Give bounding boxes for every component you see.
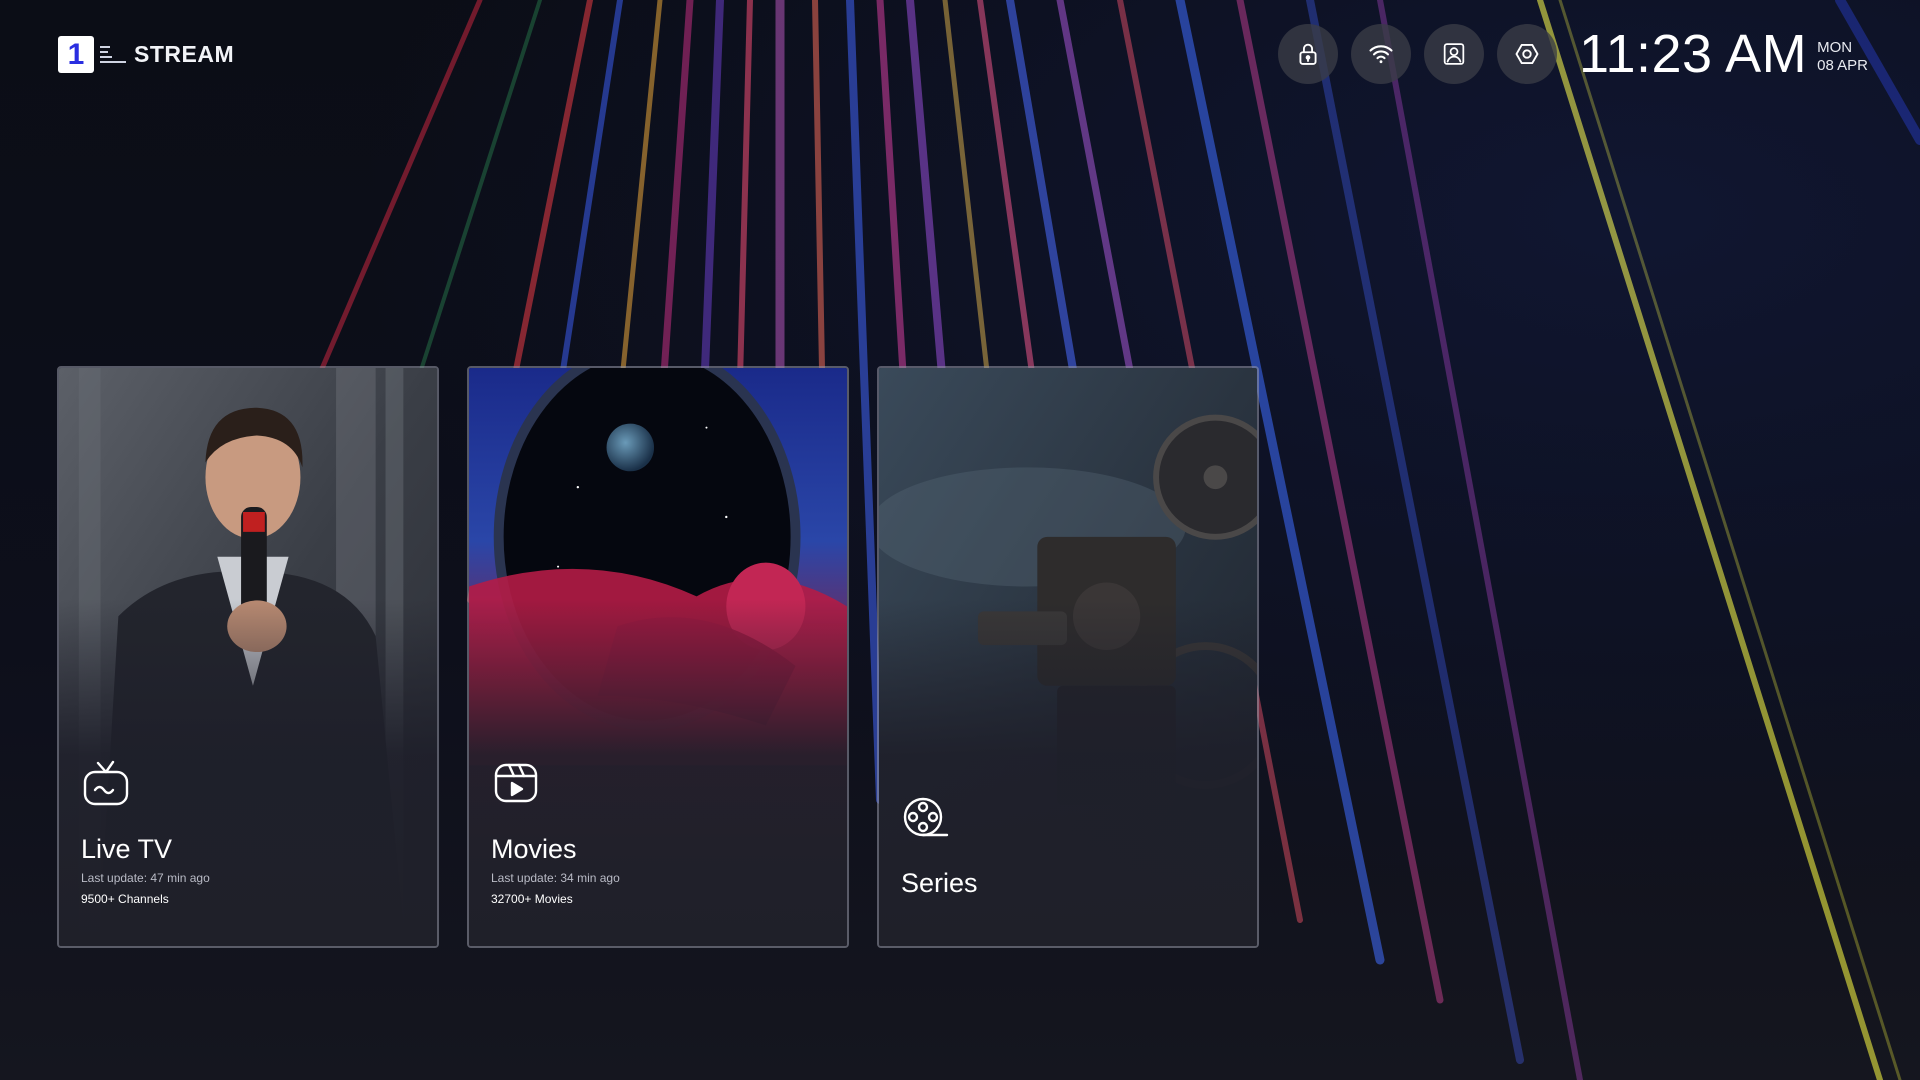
card-live-tv-info: Live TV Last update: 47 min ago 9500+ Ch…	[81, 759, 417, 906]
lock-icon	[1299, 43, 1317, 65]
wifi-button[interactable]	[1350, 24, 1411, 84]
card-count: 32700+ Movies	[491, 892, 573, 906]
film-reel-icon	[901, 793, 951, 843]
card-title: Series	[901, 868, 978, 898]
clock-date: MON 08 APR	[1817, 33, 1868, 75]
profile-button[interactable]	[1423, 24, 1484, 84]
movie-play-icon	[491, 759, 541, 809]
card-series-info: Series	[901, 793, 1237, 906]
settings-icon	[1515, 43, 1539, 65]
category-cards: Live TV Last update: 47 min ago 9500+ Ch…	[57, 366, 1259, 948]
card-series[interactable]: Series	[877, 366, 1259, 948]
card-live-tv[interactable]: Live TV Last update: 47 min ago 9500+ Ch…	[57, 366, 439, 948]
logo-mark: 1	[58, 36, 94, 73]
tv-icon	[81, 759, 131, 809]
card-last-update: Last update: 47 min ago	[81, 871, 210, 885]
card-count: 9500+ Channels	[81, 892, 169, 906]
clock-day: MON	[1817, 39, 1853, 56]
home-screen: 1 STREAM 11:23 AM MON 08 APR Live TV Las…	[0, 0, 1920, 1080]
wifi-icon	[1369, 45, 1393, 64]
card-movies[interactable]: Movies Last update: 34 min ago 32700+ Mo…	[467, 366, 849, 948]
card-movies-info: Movies Last update: 34 min ago 32700+ Mo…	[491, 759, 827, 906]
settings-button[interactable]	[1496, 24, 1557, 84]
card-title: Movies	[491, 834, 577, 864]
lock-button[interactable]	[1277, 24, 1338, 84]
card-last-update: Last update: 34 min ago	[491, 871, 620, 885]
profile-card-icon	[1443, 43, 1465, 65]
logo-speed-lines	[100, 46, 126, 63]
top-bar: 11:23 AM MON 08 APR	[1277, 24, 1868, 84]
logo-text: STREAM	[134, 41, 235, 67]
clock-time: 11:23 AM	[1578, 24, 1808, 84]
clock-date-value: 08 APR	[1817, 57, 1868, 74]
app-logo: 1 STREAM	[58, 36, 234, 73]
card-title: Live TV	[81, 834, 173, 864]
